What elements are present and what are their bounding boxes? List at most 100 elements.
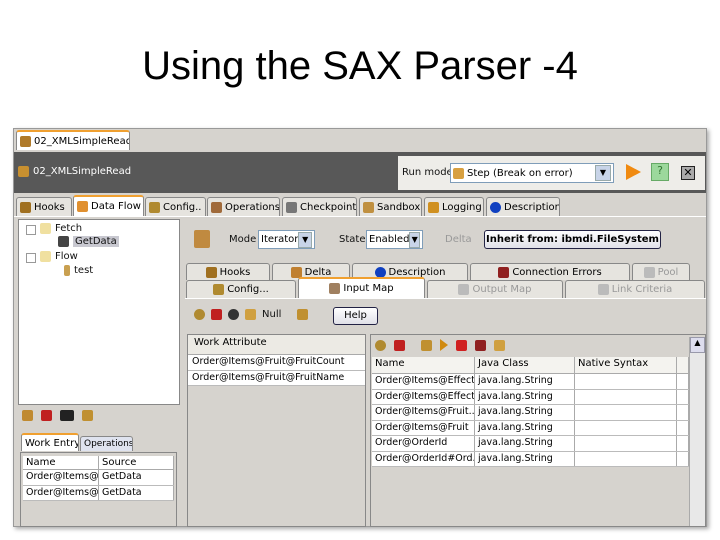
null-button[interactable]: Null (262, 309, 281, 320)
delete-icon[interactable] (211, 309, 222, 320)
tab-description[interactable]: Description (486, 197, 560, 216)
run-mode-label: Run mode (402, 167, 453, 178)
config-icon (149, 201, 160, 213)
cell: Order@OrderId#Ord... (372, 451, 475, 466)
column-header[interactable]: Name (372, 357, 475, 373)
attribute-toolbar (375, 339, 505, 351)
subtab-config[interactable]: Config... (186, 280, 296, 298)
document-tab[interactable]: 02_XMLSimpleRead (16, 130, 130, 150)
add-icon[interactable] (375, 339, 386, 351)
table-row[interactable]: Order@Items@Effect... java.lang.String (372, 389, 689, 405)
sandbox-icon (363, 201, 374, 213)
run-button[interactable] (626, 164, 641, 180)
input-map-icon (329, 283, 341, 294)
work-attribute-list: Work Attribute Order@Items@Fruit@FruitCo… (187, 334, 366, 527)
subtab-connection-errors[interactable]: Connection Errors (470, 263, 630, 280)
connector-icon (18, 166, 29, 177)
header-title: 02_XMLSimpleRead (18, 166, 131, 177)
subtab-pool[interactable]: Pool (632, 263, 690, 280)
subtab-output-map[interactable]: Output Map (427, 280, 563, 298)
subtab-link-criteria[interactable]: Link Criteria (565, 280, 705, 298)
help-icon[interactable]: ? (651, 163, 669, 181)
item-label: Order@Items@Fruit@FruitName (192, 371, 345, 383)
column-header[interactable]: Source (99, 456, 174, 469)
connector-icon (58, 236, 69, 247)
cell (677, 451, 689, 466)
tab-label: Operations (84, 439, 133, 449)
document-tab-label: 02_XMLSimpleRead (34, 135, 130, 147)
eye-icon[interactable] (228, 309, 239, 320)
add-icon[interactable] (22, 410, 33, 421)
column-header[interactable]: Name (23, 456, 99, 469)
tree-label: GetData (73, 236, 119, 247)
cell: java.lang.String (475, 374, 575, 389)
tab-label: Logging (442, 201, 482, 213)
tab-operations[interactable]: Operations (207, 197, 280, 216)
column-header[interactable]: Java Class (475, 357, 575, 373)
con-icon[interactable] (60, 410, 74, 421)
close-icon[interactable]: ✕ (681, 166, 695, 180)
tree-node-getdata[interactable]: GetData (58, 236, 119, 247)
remove-icon[interactable] (456, 339, 467, 351)
delete-icon[interactable] (394, 339, 405, 351)
table-row[interactable]: Order@OrderId#Ord... java.lang.String (372, 451, 689, 467)
output-map-icon (458, 284, 470, 295)
library-icon[interactable] (297, 309, 309, 320)
tree-node-flow[interactable]: Flow (26, 251, 78, 263)
subtab-input-map[interactable]: Input Map (298, 277, 425, 298)
table-row[interactable]: Order@Items@...GetData (23, 485, 174, 501)
chevron-down-icon: ▼ (595, 165, 611, 181)
list-item[interactable]: Order@Items@Fruit@FruitName (188, 370, 365, 386)
run-mode-select[interactable]: Step (Break on error) ▼ (450, 163, 614, 183)
help-button[interactable]: Help (333, 307, 378, 325)
input-map-toolbar: Null (194, 309, 309, 320)
tree-node-fetch[interactable]: Fetch (26, 223, 82, 235)
state-select[interactable]: Enabled ▼ (366, 230, 423, 249)
cell: Order@OrderId (372, 436, 475, 451)
column-header[interactable]: Work Attribute (188, 335, 365, 355)
chevron-down-icon: ▼ (298, 231, 312, 248)
tab-label: Link Criteria (611, 284, 673, 295)
tab-work-entry[interactable]: Work Entry (21, 433, 79, 451)
add-icon[interactable] (194, 309, 205, 320)
list-item[interactable]: Order@Items@Fruit@FruitCount (188, 355, 365, 371)
tree-node-test[interactable]: test (64, 265, 93, 276)
tab-sandbox[interactable]: Sandbox (359, 197, 422, 216)
table-row[interactable]: Order@Items@Effect... java.lang.String (372, 374, 689, 390)
table-row[interactable]: Order@Items@...GetData (23, 470, 174, 486)
tab-label: Hooks (34, 201, 65, 213)
edit-icon[interactable] (475, 339, 486, 351)
inherit-button[interactable]: Inherit from: ibmdi.FileSystem (484, 230, 661, 249)
logging-icon (428, 201, 439, 213)
subtab-hooks[interactable]: Hooks (186, 263, 270, 280)
run-icon[interactable] (440, 339, 448, 351)
state-value: Enabled (369, 234, 410, 245)
scroll-up-icon[interactable]: ▲ (690, 337, 705, 353)
connector-library-icon[interactable] (194, 230, 210, 248)
tab-data-flow[interactable]: Data Flow (73, 195, 144, 216)
tab-label: Sandbox (377, 201, 421, 213)
tab-checkpoint[interactable]: Checkpoint (282, 197, 357, 216)
table-row[interactable]: Order@Items@Fruit... java.lang.String (372, 405, 689, 421)
tab-label: Hooks (219, 266, 251, 278)
tree-label: test (74, 265, 94, 276)
column-header[interactable]: Native Syntax (575, 357, 677, 373)
brush-icon[interactable] (494, 339, 505, 351)
delete-icon[interactable] (41, 410, 52, 421)
table-row[interactable]: Order@OrderId java.lang.String (372, 436, 689, 452)
tab-logging[interactable]: Logging (424, 197, 484, 216)
table-row[interactable]: Order@Items@Fruit java.lang.String (372, 420, 689, 436)
tab-operations-left[interactable]: Operations (80, 436, 133, 451)
tab-hooks[interactable]: Hooks (16, 197, 72, 216)
library-icon[interactable] (82, 410, 93, 421)
tab-config[interactable]: Config.. (145, 197, 206, 216)
cell: java.lang.String (475, 451, 575, 466)
cell: Order@Items@Effect... (372, 389, 475, 404)
scrollbar[interactable]: ▲ (689, 337, 705, 526)
left-toolbar (22, 410, 93, 421)
mode-select[interactable]: Iterator ▼ (258, 230, 315, 249)
brush-icon[interactable] (245, 309, 256, 320)
map-icon[interactable] (421, 339, 432, 351)
cell: GetData (99, 470, 174, 485)
connector-icon (20, 135, 31, 147)
